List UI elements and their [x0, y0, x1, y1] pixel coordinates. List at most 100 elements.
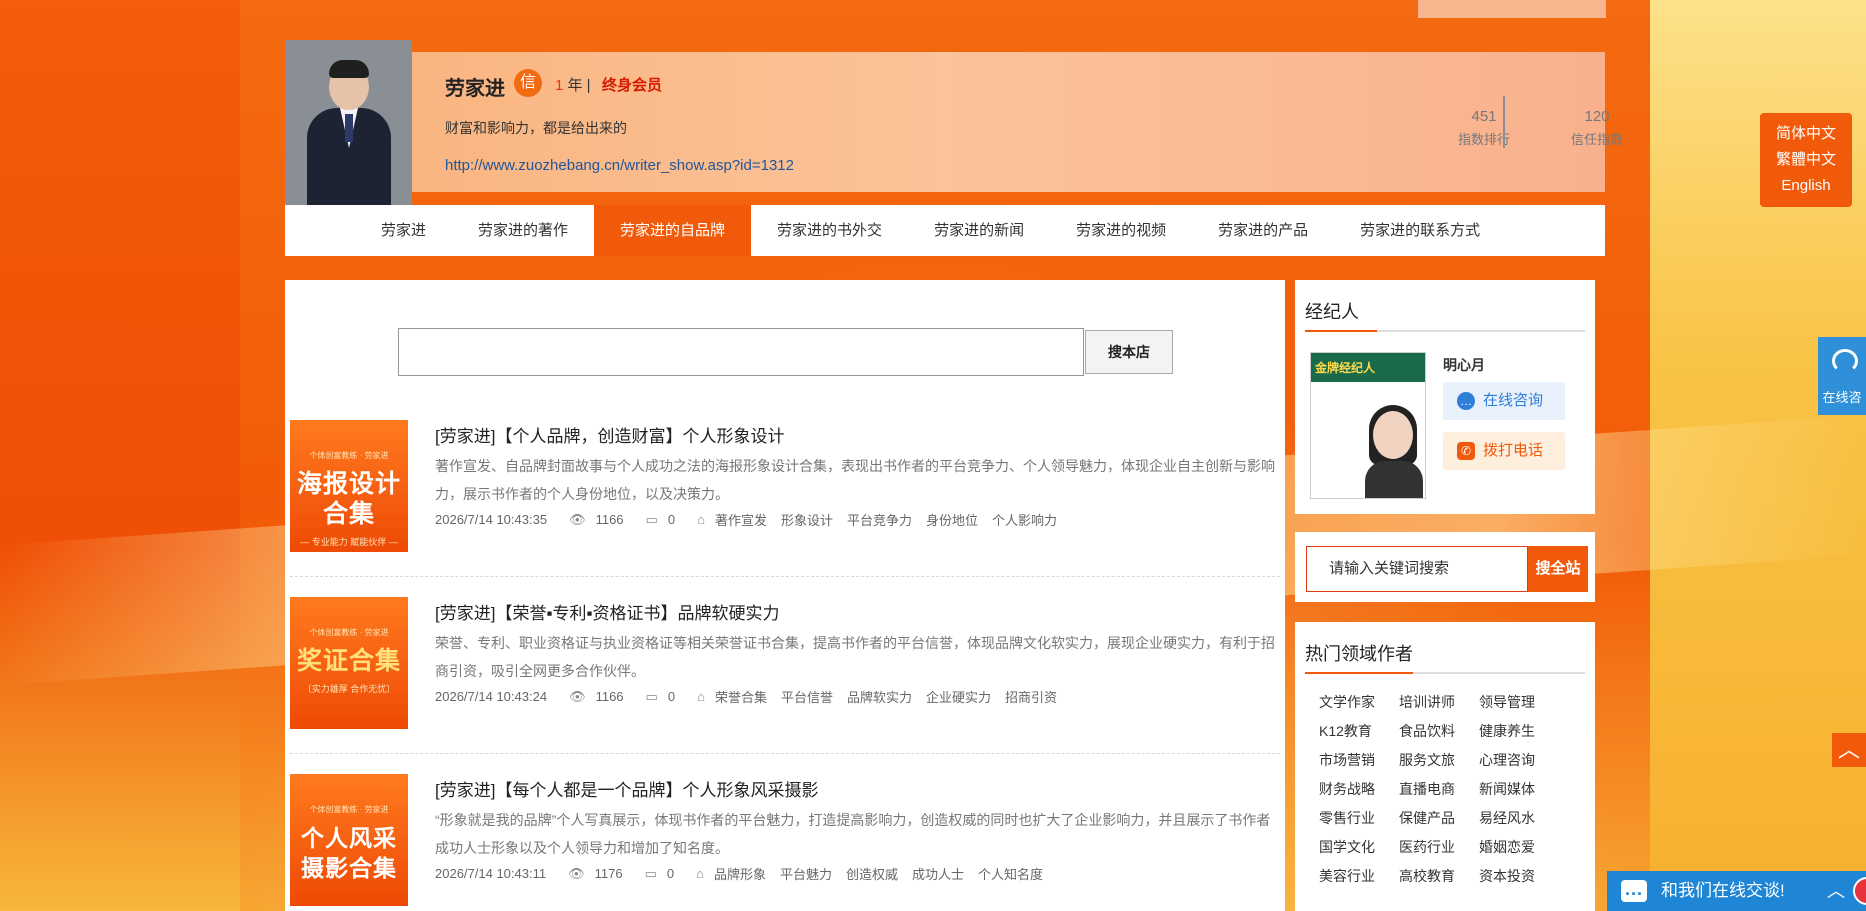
keyword[interactable]: 企业硬实力 [926, 687, 991, 706]
chevron-up-icon[interactable]: ︿ [1827, 871, 1845, 911]
comment-count: 0 [667, 689, 676, 704]
nav-item-contact[interactable]: 劳家进的联系方式 [1334, 205, 1506, 256]
online-consult-tab[interactable]: 在线咨 [1818, 337, 1866, 415]
stat-trust-index: 120 信任指数 [1571, 108, 1624, 147]
keyword[interactable]: 品牌软实力 [847, 687, 912, 706]
phone-icon: ✆ [1457, 442, 1475, 460]
hot-author-tag[interactable]: 心理咨询 [1479, 750, 1559, 770]
keyword[interactable]: 荣誉合集 [715, 687, 767, 706]
nav-item-home[interactable]: 劳家进 [355, 205, 452, 256]
nav-item-works[interactable]: 劳家进的著作 [452, 205, 594, 256]
hot-author-tag[interactable]: 领导管理 [1479, 692, 1559, 712]
site-search-button[interactable]: 搜全站 [1528, 546, 1588, 592]
agent-card: 经纪人 金牌经纪人 明心月 … 在线咨询 ✆ 拨打电话 [1295, 280, 1595, 514]
article-title[interactable]: [劳家进]【个人品牌，创造财富】个人形象设计 [435, 422, 784, 447]
hot-author-tag[interactable]: 易经风水 [1479, 808, 1559, 828]
hot-author-tag[interactable]: 食品饮料 [1399, 721, 1479, 741]
agent-heading: 经纪人 [1295, 280, 1595, 332]
article-thumbnail[interactable]: 个体创富教练 · 劳家进 海报设计合集 — 专业能力 赋能伙伴 — [290, 420, 408, 552]
view-count: 1166 [595, 689, 624, 704]
live-chat-bar[interactable]: 和我们在线交谈! ︿ [1607, 871, 1866, 911]
chat-bubble-icon [1621, 874, 1647, 911]
store-search-button[interactable]: 搜本店 [1085, 330, 1173, 374]
nav-item-diplomacy[interactable]: 劳家进的书外交 [751, 205, 908, 256]
nav-item-self-brand[interactable]: 劳家进的自品牌 [594, 205, 752, 256]
keyword[interactable]: 著作宣发 [715, 510, 767, 529]
tag-icon: ⌂ [697, 512, 705, 527]
hot-author-tag[interactable]: 医药行业 [1399, 837, 1479, 857]
keyword[interactable]: 身份地位 [926, 510, 978, 529]
article-title[interactable]: [劳家进]【荣誉▪专利▪资格证书】品牌软硬实力 [435, 599, 780, 624]
keyword[interactable]: 创造权威 [846, 864, 898, 883]
article-description: “形象就是我的品牌”个人写真展示，体现书作者的平台魅力，打造提高影响力，创造权威… [435, 812, 1271, 856]
keyword[interactable]: 招商引资 [1005, 687, 1057, 706]
nav-item-products[interactable]: 劳家进的产品 [1192, 205, 1334, 256]
keyword[interactable]: 成功人士 [912, 864, 964, 883]
view-count: 1176 [594, 866, 623, 881]
trust-badge: 信 [514, 69, 542, 97]
keyword[interactable]: 平台信誉 [781, 687, 833, 706]
article-meta: 2026/7/14 10:43:11 👁 1176 ▭ 0 ⌂ 品牌形象 平台魅力 … [435, 864, 1043, 883]
article-date: 2026/7/14 10:43:24 [435, 689, 548, 704]
chat-icon: … [1457, 392, 1475, 410]
membership-label: 终身会员 [602, 77, 663, 94]
hot-author-tag[interactable]: 市场营销 [1319, 750, 1399, 770]
article-meta: 2026/7/14 10:43:24 👁 1166 ▭ 0 ⌂ 荣誉合集 平台信誉 … [435, 687, 1057, 706]
chat-avatar [1853, 877, 1866, 905]
hot-author-tag[interactable]: 国学文化 [1319, 837, 1399, 857]
online-consult-button[interactable]: … 在线咨询 [1443, 382, 1565, 420]
article-meta: 2026/7/14 10:43:35 👁 1166 ▭ 0 ⌂ 著作宣发 形象设计 … [435, 510, 1057, 529]
hot-author-tag[interactable]: 零售行业 [1319, 808, 1399, 828]
hot-author-tag[interactable]: 新闻媒体 [1479, 779, 1559, 799]
author-motto: 财富和影响力，都是给出来的 [445, 120, 627, 136]
hot-author-tag[interactable]: 资本投资 [1479, 866, 1559, 886]
article-date: 2026/7/14 10:43:35 [435, 512, 548, 527]
agent-poster: 金牌经纪人 [1310, 352, 1426, 499]
nav-item-videos[interactable]: 劳家进的视频 [1050, 205, 1192, 256]
hot-author-tag[interactable]: 高校教育 [1399, 866, 1479, 886]
main-content: 搜本店 个体创富教练 · 劳家进 海报设计合集 — 专业能力 赋能伙伴 — [劳… [285, 280, 1285, 911]
keyword[interactable]: 平台竞争力 [847, 510, 912, 529]
keyword[interactable]: 个人知名度 [978, 864, 1043, 883]
keyword[interactable]: 形象设计 [781, 510, 833, 529]
divider [290, 753, 1280, 754]
eye-icon: 👁 [568, 865, 585, 881]
divider [290, 576, 1280, 577]
hot-author-tag[interactable]: 健康养生 [1479, 721, 1559, 741]
hot-author-tag[interactable]: 保健产品 [1399, 808, 1479, 828]
store-search-input[interactable] [398, 328, 1084, 376]
hot-author-tag[interactable]: 直播电商 [1399, 779, 1479, 799]
lang-traditional[interactable]: 繁體中文 [1760, 147, 1852, 173]
language-switcher: 简体中文 繁體中文 English [1760, 113, 1852, 207]
lang-english[interactable]: English [1760, 173, 1852, 199]
hot-authors-grid: 文学作家 培训讲师 领导管理 K12教育 食品饮料 健康养生市场营销 服务文旅 心理咨询财务战… [1295, 674, 1595, 886]
profile-link[interactable]: http://www.zuozhebang.cn/writer_show.asp… [445, 157, 794, 174]
hot-author-tag[interactable]: K12教育 [1319, 721, 1399, 741]
article-date: 2026/7/14 10:43:11 [435, 866, 547, 881]
site-search: 请输入关键词搜索 搜全站 [1295, 532, 1595, 602]
hot-author-tag[interactable]: 婚姻恋爱 [1479, 837, 1559, 857]
comment-icon: ▭ [645, 511, 658, 527]
keyword[interactable]: 品牌形象 [714, 864, 766, 883]
article-title[interactable]: [劳家进]【每个人都是一个品牌】个人形象风采摄影 [435, 776, 818, 801]
profile-nav: 劳家进 劳家进的著作 劳家进的自品牌 劳家进的书外交 劳家进的新闻 劳家进的视频… [285, 205, 1605, 256]
keyword[interactable]: 个人影响力 [992, 510, 1057, 529]
nav-item-news[interactable]: 劳家进的新闻 [908, 205, 1050, 256]
comment-count: 0 [667, 512, 676, 527]
hot-author-tag[interactable]: 文学作家 [1319, 692, 1399, 712]
hot-author-tag[interactable]: 财务战略 [1319, 779, 1399, 799]
stat-divider [1503, 96, 1505, 148]
article-thumbnail[interactable]: 个体创富教练 · 劳家进 奖证合集 〔实力雄厚 合作无忧〕 [290, 597, 408, 729]
lang-simplified[interactable]: 简体中文 [1760, 121, 1852, 147]
site-search-input[interactable]: 请输入关键词搜索 [1306, 546, 1528, 592]
list-item: 个体创富教练 · 劳家进 奖证合集 〔实力雄厚 合作无忧〕 [劳家进]【荣誉▪专… [290, 597, 1280, 772]
back-to-top-button[interactable]: ︿ [1832, 733, 1866, 767]
comment-icon: ▭ [644, 865, 657, 881]
hot-author-tag[interactable]: 培训讲师 [1399, 692, 1479, 712]
hot-author-tag[interactable]: 美容行业 [1319, 866, 1399, 886]
hot-author-tag[interactable]: 服务文旅 [1399, 750, 1479, 770]
call-phone-button[interactable]: ✆ 拨打电话 [1443, 432, 1565, 470]
article-thumbnail[interactable]: 个体创富教练 · 劳家进 个人风采摄影合集 [290, 774, 408, 906]
eye-icon: 👁 [569, 511, 586, 527]
keyword[interactable]: 平台魅力 [780, 864, 832, 883]
